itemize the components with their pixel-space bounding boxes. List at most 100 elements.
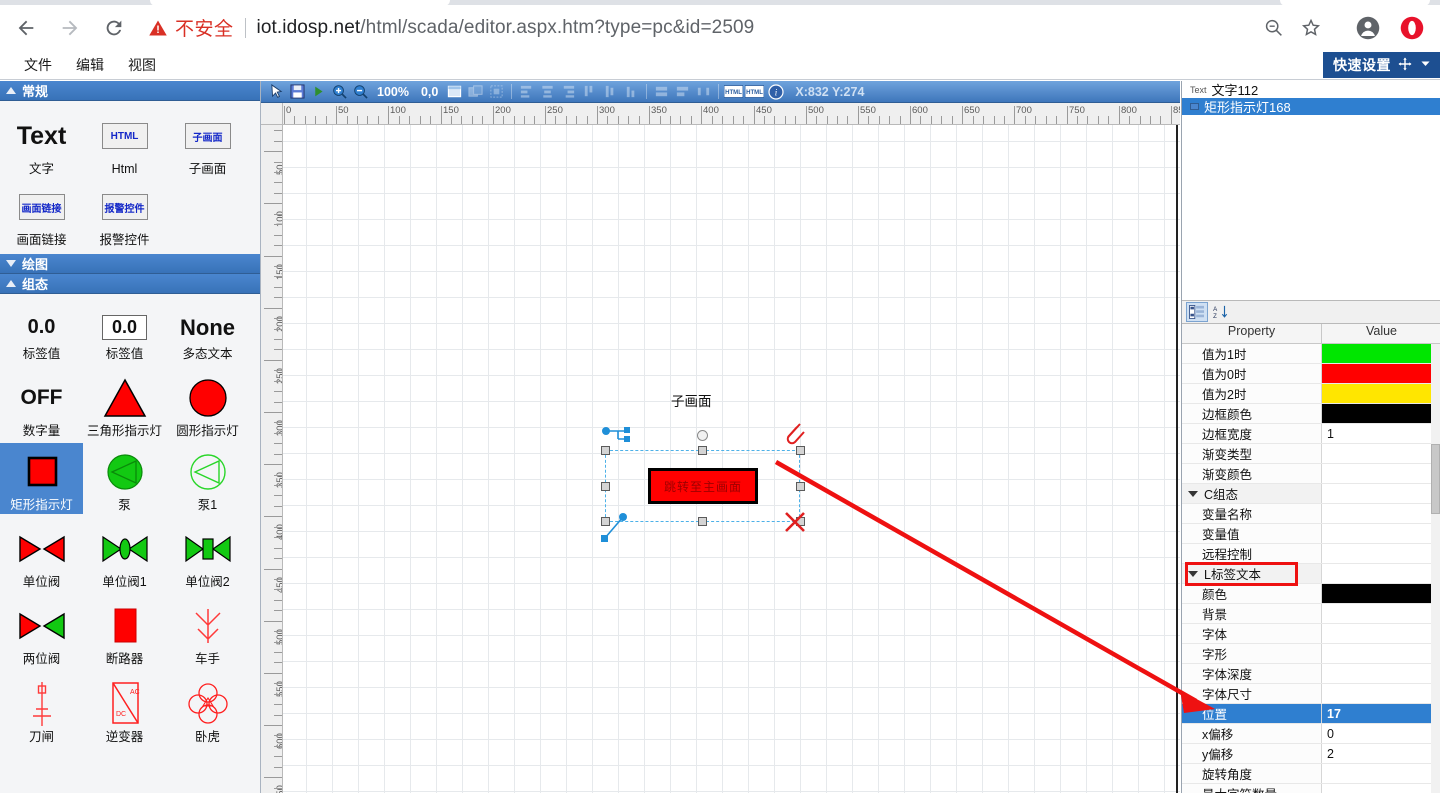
property-row[interactable]: 边框宽度1 [1182, 424, 1440, 444]
properties-list[interactable]: 值为1时值为0时值为2时边框颜色边框宽度1渐变类型渐变颜色C组态变量名称变量值远… [1182, 344, 1440, 793]
property-row[interactable]: 字体深度 [1182, 664, 1440, 684]
property-row[interactable]: 渐变类型 [1182, 444, 1440, 464]
property-value[interactable] [1322, 384, 1440, 403]
palette-item-unit-valve[interactable]: 单位阀 [0, 520, 83, 591]
zoom-in-icon[interactable] [330, 82, 349, 101]
design-canvas[interactable]: 子画面 跳转至主画面 [283, 125, 1180, 793]
property-row[interactable]: 背景 [1182, 604, 1440, 624]
back-arrow-icon[interactable] [8, 10, 44, 46]
property-value[interactable] [1322, 764, 1440, 783]
zoom-out-icon[interactable] [1256, 11, 1290, 45]
forward-arrow-icon[interactable] [52, 10, 88, 46]
palette-item-inverter[interactable]: ACDC 逆变器 [83, 675, 166, 746]
triangle-down-icon[interactable] [1188, 571, 1198, 577]
sidebar-section-scada[interactable]: 组态 [0, 274, 260, 294]
layer-front-icon[interactable] [466, 82, 485, 101]
resize-handle-s[interactable] [698, 517, 707, 526]
property-value[interactable] [1322, 784, 1440, 793]
palette-item-multistate-text[interactable]: None 多态文本 [166, 306, 249, 363]
palette-item-pump[interactable]: 泵 [83, 443, 166, 514]
play-icon[interactable] [309, 82, 328, 101]
property-row[interactable]: 变量名称 [1182, 504, 1440, 524]
property-row[interactable]: 渐变颜色 [1182, 464, 1440, 484]
opera-extension-icon[interactable] [1394, 10, 1430, 46]
align-center-icon[interactable] [538, 82, 557, 101]
menu-item-edit[interactable]: 编辑 [64, 52, 116, 78]
property-value[interactable]: 1 [1322, 424, 1440, 443]
resize-handle-ne[interactable] [796, 446, 805, 455]
align-bottom-icon[interactable] [622, 82, 641, 101]
property-value[interactable] [1322, 544, 1440, 563]
distribute-h-icon[interactable] [694, 82, 713, 101]
zoom-out-icon[interactable] [351, 82, 370, 101]
html-import-icon[interactable]: HTML [724, 82, 743, 101]
html-export-icon[interactable]: HTML [745, 82, 764, 101]
rotate-handle[interactable] [697, 430, 708, 441]
properties-scrollbar[interactable] [1431, 344, 1440, 793]
property-row[interactable]: 值为1时 [1182, 344, 1440, 364]
property-value[interactable] [1322, 624, 1440, 643]
property-row[interactable]: 值为2时 [1182, 384, 1440, 404]
color-swatch[interactable] [1322, 404, 1440, 423]
property-row[interactable]: 颜色 [1182, 584, 1440, 604]
property-value[interactable] [1322, 604, 1440, 623]
sort-az-icon[interactable]: AZ [1210, 302, 1232, 322]
address-bar[interactable]: 不安全 iot.idosp.net/html/scada/editor.aspx… [142, 11, 1332, 45]
property-row[interactable]: x偏移0 [1182, 724, 1440, 744]
property-row[interactable]: C组态 [1182, 484, 1440, 504]
profile-avatar-icon[interactable] [1350, 10, 1386, 46]
resize-handle-w[interactable] [601, 482, 610, 491]
palette-item-knife-switch[interactable]: 刀闸 [0, 675, 83, 746]
palette-item-breaker[interactable]: 断路器 [83, 597, 166, 668]
property-value[interactable] [1322, 684, 1440, 703]
property-value[interactable] [1322, 444, 1440, 463]
color-swatch[interactable] [1322, 384, 1440, 403]
sidebar-section-general[interactable]: 常规 [0, 81, 260, 101]
pointer-icon[interactable] [267, 82, 286, 101]
property-row[interactable]: y偏移2 [1182, 744, 1440, 764]
chevron-down-icon[interactable] [1419, 57, 1432, 73]
palette-item-unit-valve1[interactable]: 单位阀1 [83, 520, 166, 591]
property-value[interactable]: 0 [1322, 724, 1440, 743]
property-value[interactable] [1322, 524, 1440, 543]
property-row[interactable]: 远程控制 [1182, 544, 1440, 564]
property-value[interactable] [1322, 364, 1440, 383]
tree-item-rect168[interactable]: 矩形指示灯168 [1182, 98, 1440, 115]
property-row[interactable]: L标签文本 [1182, 564, 1440, 584]
star-icon[interactable] [1294, 11, 1328, 45]
align-left-icon[interactable] [517, 82, 536, 101]
property-row[interactable]: 值为0时 [1182, 364, 1440, 384]
property-value[interactable] [1322, 464, 1440, 483]
palette-item-rect-lamp[interactable]: 矩形指示灯 [0, 443, 83, 514]
align-right-icon[interactable] [559, 82, 578, 101]
security-status[interactable]: 不安全 [148, 14, 234, 41]
color-swatch[interactable] [1322, 584, 1440, 603]
property-value[interactable] [1322, 644, 1440, 663]
palette-item-digital[interactable]: OFF 数字量 [0, 369, 83, 440]
fit-screen-icon[interactable] [445, 82, 464, 101]
save-icon[interactable] [288, 82, 307, 101]
tree-item-text112[interactable]: Text 文字112 [1182, 81, 1440, 98]
palette-item-two-pos-valve[interactable]: 两位阀 [0, 597, 83, 668]
property-value[interactable] [1322, 404, 1440, 423]
property-row[interactable]: 旋转角度 [1182, 764, 1440, 784]
resize-handle-n[interactable] [698, 446, 707, 455]
palette-item-circle-lamp[interactable]: 圆形指示灯 [166, 369, 249, 440]
same-width-icon[interactable] [652, 82, 671, 101]
resize-handle-nw[interactable] [601, 446, 610, 455]
property-value[interactable] [1322, 344, 1440, 363]
palette-item-html[interactable]: HTML Html [83, 107, 166, 178]
palette-item-flower[interactable]: 卧虎 [166, 675, 249, 746]
url-text[interactable]: iot.idosp.net/html/scada/editor.aspx.htm… [257, 17, 755, 39]
resize-handle-se[interactable] [796, 517, 805, 526]
palette-item-tag-value-boxed[interactable]: 0.0 标签值 [83, 306, 166, 363]
categorized-icon[interactable] [1186, 302, 1208, 322]
rect-indicator-widget[interactable]: 跳转至主画面 [648, 468, 758, 504]
property-row[interactable]: 字体尺寸 [1182, 684, 1440, 704]
paperclip-icon[interactable] [784, 421, 806, 447]
palette-item-alarm-widget[interactable]: 报警控件 报警控件 [83, 178, 166, 249]
palette-item-tag-value[interactable]: 0.0 标签值 [0, 306, 83, 363]
property-value[interactable] [1322, 584, 1440, 603]
property-row[interactable]: 变量值 [1182, 524, 1440, 544]
property-value[interactable] [1322, 504, 1440, 523]
